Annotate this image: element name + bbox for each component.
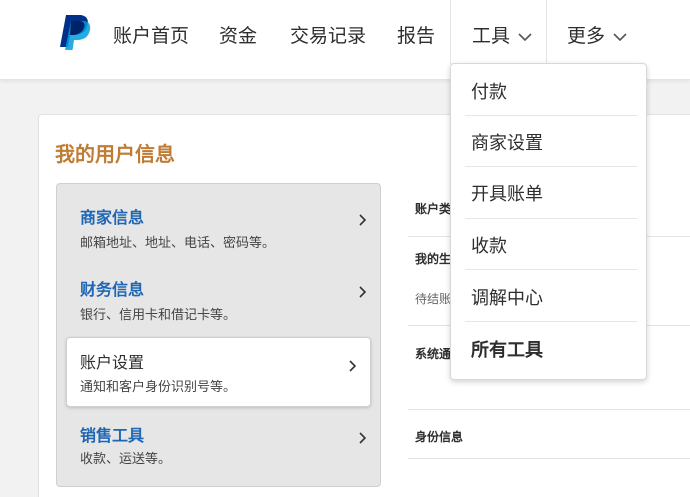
menu-item-invoicing[interactable]: 开具账单 — [471, 180, 543, 206]
pending-label: 待结账 — [415, 292, 452, 306]
nav-funds[interactable]: 资金 — [219, 21, 257, 48]
sidebar-item-title: 商家信息 — [80, 208, 145, 227]
nav-account-home[interactable]: 账户首页 — [113, 21, 189, 48]
divider — [408, 458, 690, 459]
my-info-label: 我的生 — [415, 252, 452, 266]
system-notice-label: 系统通 — [415, 347, 452, 361]
paypal-logo[interactable] — [57, 13, 91, 51]
menu-item-receive-payment[interactable]: 收款 — [471, 232, 507, 258]
profile-sidebar: 商家信息 邮箱地址、地址、电话、密码等。 财务信息 银行、信用卡和借记卡等。 账… — [56, 183, 381, 487]
sidebar-item-desc: 邮箱地址、地址、电话、密码等。 — [80, 236, 276, 251]
menu-separator — [465, 269, 637, 270]
menu-separator — [465, 218, 637, 219]
sidebar-item-title: 财务信息 — [80, 280, 145, 299]
page-title: 我的用户信息 — [55, 142, 175, 166]
nav-reports[interactable]: 报告 — [397, 21, 435, 48]
nav-tools-label: 工具 — [472, 25, 511, 47]
nav-more[interactable]: 更多 — [567, 21, 627, 48]
tools-dropdown-menu: 付款 商家设置 开具账单 收款 调解中心 所有工具 — [450, 63, 647, 380]
identity-info-label: 身份信息 — [415, 430, 464, 444]
chevron-right-icon — [359, 286, 366, 298]
nav-tools-tab[interactable]: 工具 — [450, 0, 547, 64]
menu-item-payments[interactable]: 付款 — [471, 78, 507, 104]
sidebar-item-title: 销售工具 — [80, 426, 145, 445]
nav-tools[interactable]: 工具 — [472, 21, 532, 48]
nav-more-label: 更多 — [567, 25, 606, 47]
divider — [408, 409, 690, 410]
account-type-label: 账户类 — [415, 202, 452, 216]
sidebar-item-title: 账户设置 — [80, 353, 145, 372]
menu-separator — [465, 321, 637, 322]
menu-item-all-tools[interactable]: 所有工具 — [471, 336, 543, 362]
sidebar-item-desc: 银行、信用卡和借记卡等。 — [80, 308, 237, 323]
nav-transactions[interactable]: 交易记录 — [290, 21, 366, 48]
chevron-down-icon — [518, 32, 532, 41]
menu-item-merchant-settings[interactable]: 商家设置 — [471, 129, 543, 155]
chevron-down-icon — [613, 32, 627, 41]
sidebar-item-desc: 收款、运送等。 — [80, 452, 172, 467]
chevron-right-icon — [359, 214, 366, 226]
menu-separator — [465, 115, 637, 116]
chevron-right-icon — [349, 360, 356, 372]
sidebar-item-desc: 通知和客户身份识别号等。 — [80, 380, 237, 395]
sidebar-item-sales-tools[interactable]: 销售工具 收款、运送等。 — [57, 410, 380, 480]
chevron-right-icon — [359, 432, 366, 444]
sidebar-item-financial-info[interactable]: 财务信息 银行、信用卡和借记卡等。 — [57, 264, 380, 334]
sidebar-item-business-info[interactable]: 商家信息 邮箱地址、地址、电话、密码等。 — [57, 192, 380, 262]
menu-separator — [465, 166, 637, 167]
menu-item-resolution-center[interactable]: 调解中心 — [471, 284, 543, 310]
sidebar-item-account-settings[interactable]: 账户设置 通知和客户身份识别号等。 — [66, 337, 371, 407]
